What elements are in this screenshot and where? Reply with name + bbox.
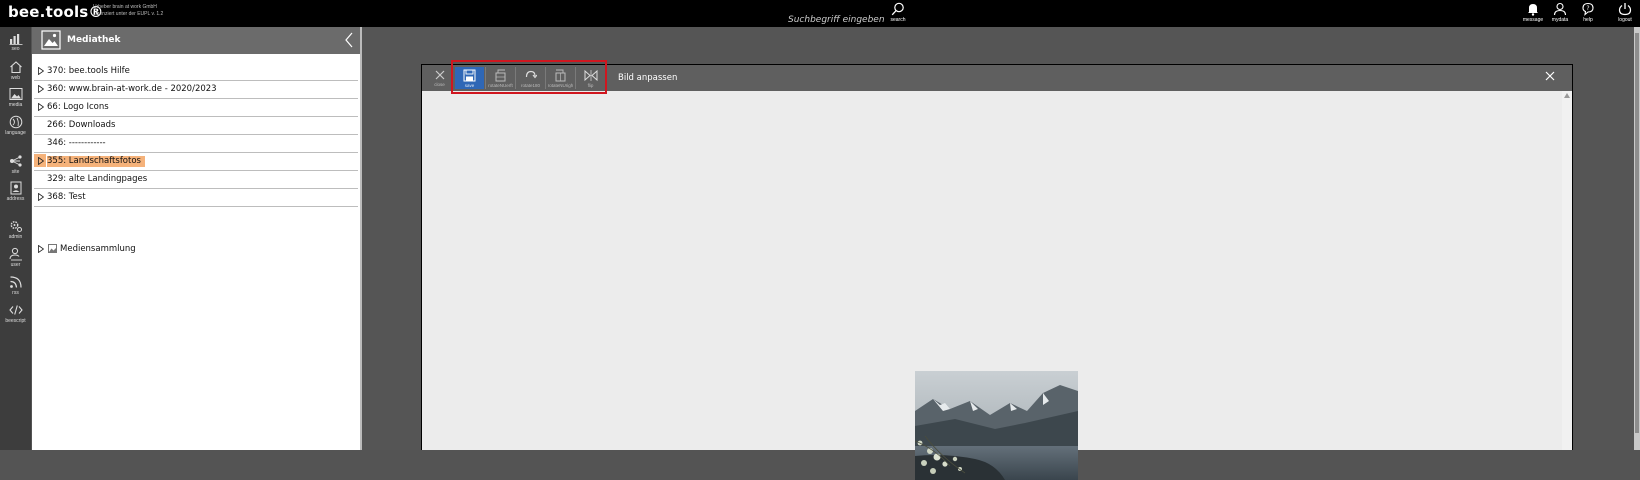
rail-item-beescript[interactable]: beescript [0,303,31,324]
message-button[interactable]: message [1520,2,1546,23]
close-icon [435,70,444,80]
rss-icon [9,276,22,288]
power-icon [1618,3,1632,16]
tree-item[interactable]: 346: ------------ [34,135,358,153]
rail-item-user[interactable]: user [0,247,31,268]
dialog-scrollbar[interactable] [1562,91,1572,450]
expand-arrow-icon[interactable] [38,193,44,201]
help-icon: ? [1582,2,1594,16]
gear-icon [10,221,22,232]
expand-arrow-icon[interactable] [38,67,44,75]
scrollbar-thumb[interactable] [1635,33,1639,433]
image-icon [9,88,22,100]
rail-item-web[interactable]: web [0,60,31,81]
home-icon [9,61,22,74]
rail-item-address[interactable]: address [0,181,31,202]
top-bar: bee.tools® Urheber brain at work GmbH Li… [0,0,1640,28]
language-icon [9,115,22,129]
page-scrollbar[interactable] [1634,27,1640,450]
tree-item[interactable]: 368: Test [34,189,358,207]
tree-item[interactable]: 370: bee.tools Hilfe [34,63,358,81]
help-button[interactable]: ? help [1575,2,1601,23]
search-input[interactable] [785,15,888,27]
mydata-button[interactable]: mydata [1547,2,1573,23]
media-collection-item[interactable]: Mediensammlung [34,241,358,257]
expand-arrow-icon[interactable] [38,157,44,165]
contact-card-icon [10,181,21,195]
rail-item-language[interactable]: language [0,115,31,136]
logout-button[interactable]: logout [1612,2,1638,23]
search-field [785,7,888,28]
chevron-left-icon[interactable] [344,31,354,49]
rail-item-media[interactable]: media [0,87,31,108]
app-logo[interactable]: bee.tools® [8,3,104,21]
rail-item-site[interactable]: site [0,154,31,175]
expand-arrow-icon[interactable] [38,85,44,93]
expand-arrow-icon[interactable] [38,103,44,111]
tree-item[interactable]: 360: www.brain-at-work.de - 2020/2023 [34,81,358,99]
tree-item[interactable]: 66: Logo Icons [34,99,358,117]
tree-item-selected[interactable]: 355: Landschaftsfotos [34,153,358,171]
license-text: Urheber brain at work GmbH Lizenziert un… [93,4,164,17]
left-rail: seo web media language site address admi… [0,27,31,450]
close-icon[interactable] [1544,70,1556,82]
image-edit-dialog: close save rotateNUerft rotate180 rotate… [421,64,1573,480]
svg-text:?: ? [1586,5,1589,12]
media-library-icon [41,30,61,50]
toolbar-highlight-box [451,60,607,94]
user-icon [1553,2,1567,16]
code-icon [8,305,23,315]
user-edit-icon [9,247,22,261]
folder-tree: 370: bee.tools Hilfe 360: www.brain-at-w… [34,63,358,207]
bar-chart-icon [9,34,22,45]
sitemap-icon [9,155,22,167]
expand-arrow-icon[interactable] [38,245,44,253]
close-button[interactable]: close [425,67,454,89]
tree-item[interactable]: 329: alte Landingpages [34,171,358,189]
image-icon [48,244,57,253]
bell-icon [1528,4,1538,16]
panel-header: Mediathek [32,27,360,54]
landscape-photo[interactable] [915,371,1078,480]
rail-item-admin[interactable]: admin [0,219,31,240]
rail-item-rss[interactable]: rss [0,275,31,296]
image-canvas [422,91,1562,480]
search-icon [891,2,904,16]
tree-item[interactable]: 266: Downloads [34,117,358,135]
rail-item-seo[interactable]: seo [0,31,31,52]
scroll-up-icon[interactable] [1564,93,1570,98]
mediathek-panel: Mediathek 370: bee.tools Hilfe 360: www.… [32,27,360,450]
dialog-title: Bild anpassen [618,73,678,83]
search-button[interactable]: search [885,2,911,23]
panel-title: Mediathek [67,35,121,45]
